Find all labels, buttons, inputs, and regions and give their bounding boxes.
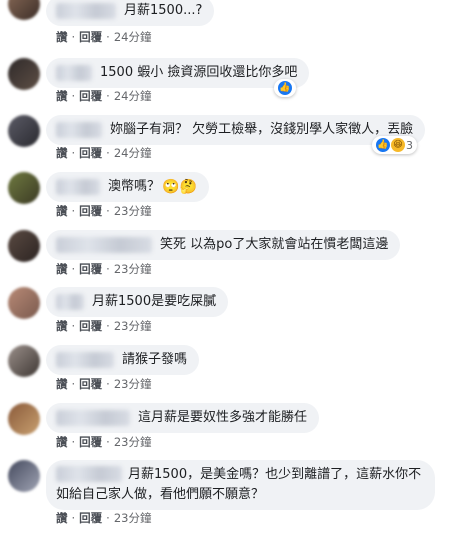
reply-link[interactable]: 回覆 (79, 203, 102, 219)
comment-actions: 讚 · 回覆 · 23分鐘 (56, 376, 151, 392)
reply-link[interactable]: 回覆 (79, 510, 102, 526)
comment-actions: 讚 · 回覆 · 23分鐘 (56, 261, 151, 277)
like-link[interactable]: 讚 (56, 145, 68, 161)
comment-actions: 讚 · 回覆 · 23分鐘 (56, 510, 151, 526)
reply-link[interactable]: 回覆 (79, 376, 102, 392)
timestamp[interactable]: 23分鐘 (114, 261, 152, 277)
separator: · (71, 435, 76, 449)
comment-text: 1500 蝦小 撿資源回收還比你多吧 (100, 65, 298, 80)
separator: · (71, 262, 76, 276)
avatar[interactable] (8, 0, 40, 20)
commenter-name[interactable] (56, 65, 92, 81)
avatar[interactable] (8, 403, 40, 435)
like-icon: 👍 (278, 81, 292, 95)
commenter-name[interactable] (56, 3, 116, 19)
timestamp[interactable]: 24分鐘 (114, 88, 152, 104)
commenter-name[interactable] (56, 179, 100, 195)
separator: · (106, 30, 110, 44)
reaction-summary[interactable]: 👍 (274, 79, 296, 97)
like-link[interactable]: 讚 (56, 261, 68, 277)
reaction-summary[interactable]: 👍 😆 3 (372, 136, 417, 154)
timestamp[interactable]: 23分鐘 (114, 376, 152, 392)
commenter-name[interactable] (56, 352, 114, 368)
commenter-name[interactable] (56, 294, 84, 310)
comment-bubble: 月薪1500是要吃屎膩 (46, 287, 229, 317)
timestamp[interactable]: 23分鐘 (114, 434, 152, 450)
timestamp[interactable]: 24分鐘 (114, 145, 152, 161)
comment-bubble: 月薪1500，是美金嗎？也少到離譜了，這薪水你不 如給自己家人做，看他們願不願意… (46, 460, 436, 510)
avatar[interactable] (8, 58, 40, 90)
comment-line: 如給自己家人做，看他們願不願意？ (56, 486, 264, 504)
avatar[interactable] (8, 345, 40, 377)
reply-link[interactable]: 回覆 (79, 88, 102, 104)
rolling-eyes-thinking-emoji: 🙄🤔 (162, 179, 197, 195)
separator: · (71, 30, 76, 44)
comment-actions: 讚 · 回覆 · 24分鐘 (56, 88, 151, 104)
comment-line: 月薪1500，是美金嗎？也少到離譜了，這薪水你不 (56, 466, 421, 484)
comment-actions: 讚 · 回覆 · 24分鐘 (56, 29, 151, 45)
separator: · (106, 435, 110, 449)
separator: · (71, 89, 76, 103)
separator: · (106, 511, 110, 525)
comment-bubble: 月薪1500...? (46, 0, 215, 26)
like-link[interactable]: 讚 (56, 376, 68, 392)
reply-link[interactable]: 回覆 (79, 434, 102, 450)
comment-text-continued: 如給自己家人做，看他們願不願意？ (56, 487, 265, 502)
timestamp[interactable]: 23分鐘 (114, 318, 152, 334)
commenter-name[interactable] (56, 410, 130, 426)
like-link[interactable]: 讚 (56, 318, 68, 334)
timestamp[interactable]: 23分鐘 (114, 203, 152, 219)
separator: · (106, 262, 110, 276)
like-link[interactable]: 讚 (56, 29, 68, 45)
like-link[interactable]: 讚 (56, 203, 68, 219)
comment-actions: 讚 · 回覆 · 23分鐘 (56, 203, 151, 219)
comment-text: 月薪1500...? (124, 3, 203, 18)
comment-actions: 讚 · 回覆 · 23分鐘 (56, 318, 151, 334)
separator: · (106, 319, 110, 333)
separator: · (106, 377, 110, 391)
comment-bubble: 妳腦子有洞？ 欠勞工檢舉，沒錢別學人家徵人，丟臉 (46, 115, 426, 145)
comment-actions: 讚 · 回覆 · 23分鐘 (56, 434, 151, 450)
separator: · (71, 377, 76, 391)
separator: · (71, 511, 76, 525)
comment-bubble: 澳幣嗎？ 🙄🤔 (46, 172, 209, 202)
commenter-name[interactable] (56, 122, 102, 138)
like-icon: 👍 (376, 138, 390, 152)
comment-text: 月薪1500是要吃屎膩 (92, 294, 217, 309)
separator: · (106, 89, 110, 103)
more-options-icon[interactable]: … (170, 351, 184, 366)
reply-link[interactable]: 回覆 (79, 145, 102, 161)
separator: · (71, 146, 76, 160)
reaction-count: 3 (406, 138, 413, 152)
comment-text: 妳腦子有洞？ 欠勞工檢舉，沒錢別學人家徵人，丟臉 (110, 122, 414, 137)
like-link[interactable]: 讚 (56, 88, 68, 104)
haha-icon: 😆 (391, 138, 405, 152)
avatar[interactable] (8, 115, 40, 147)
comment-bubble: 1500 蝦小 撿資源回收還比你多吧 (46, 58, 310, 88)
comment-actions: 讚 · 回覆 · 24分鐘 (56, 145, 151, 161)
like-link[interactable]: 讚 (56, 510, 68, 526)
separator: · (71, 319, 76, 333)
avatar[interactable] (8, 230, 40, 262)
timestamp[interactable]: 23分鐘 (114, 510, 152, 526)
reply-link[interactable]: 回覆 (79, 261, 102, 277)
avatar[interactable] (8, 287, 40, 319)
comment-bubble: 笑死 以為po了大家就會站在慣老闆這邊 (46, 230, 401, 260)
comment-text: 這月薪是要奴性多強才能勝任 (138, 410, 308, 425)
comment-bubble: 這月薪是要奴性多強才能勝任 (46, 403, 320, 433)
separator: · (106, 204, 110, 218)
comment-text: 月薪1500，是美金嗎？也少到離譜了，這薪水你不 (128, 467, 422, 482)
reply-link[interactable]: 回覆 (79, 29, 102, 45)
avatar[interactable] (8, 460, 40, 492)
comment-text: 笑死 以為po了大家就會站在慣老闆這邊 (160, 237, 389, 252)
comment-text: 澳幣嗎？ (108, 179, 161, 194)
commenter-name[interactable] (56, 466, 122, 482)
separator: · (71, 204, 76, 218)
avatar[interactable] (8, 172, 40, 204)
reply-link[interactable]: 回覆 (79, 318, 102, 334)
commenter-name[interactable] (56, 237, 152, 253)
timestamp[interactable]: 24分鐘 (114, 29, 152, 45)
separator: · (106, 146, 110, 160)
like-link[interactable]: 讚 (56, 434, 68, 450)
